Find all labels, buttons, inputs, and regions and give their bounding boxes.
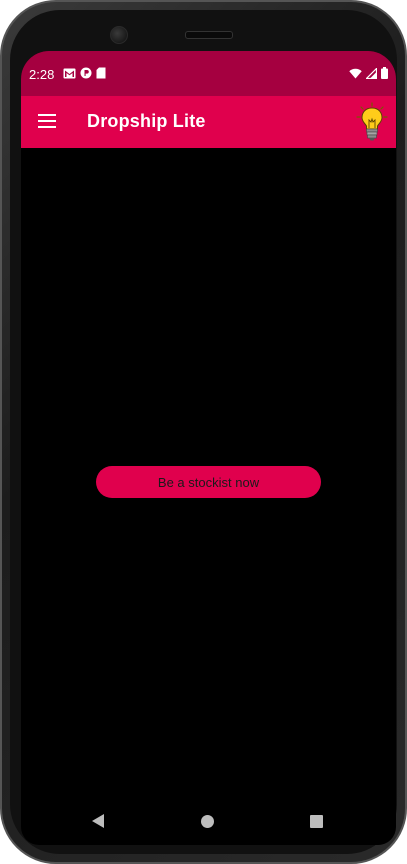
battery-icon [381, 67, 388, 79]
notification-icons [63, 67, 106, 79]
back-icon[interactable] [92, 814, 104, 828]
system-navigation-bar [21, 801, 396, 845]
be-a-stockist-button[interactable]: Be a stockist now [96, 466, 321, 498]
earpiece-speaker [185, 31, 233, 39]
wifi-icon [349, 68, 362, 78]
sd-card-icon [96, 67, 106, 79]
signal-icon [366, 67, 377, 79]
status-time: 2:28 [29, 67, 55, 82]
recents-icon[interactable] [310, 815, 323, 828]
phone-frame: 2:28 Dropship Lite Be a stockist now [0, 0, 407, 864]
front-camera [110, 26, 128, 44]
screen: 2:28 Dropship Lite Be a stockist now [21, 51, 396, 845]
app-bar: Dropship Lite [21, 96, 396, 148]
lightbulb-icon[interactable] [354, 102, 390, 142]
app-title: Dropship Lite [87, 111, 206, 131]
system-status-icons [349, 67, 388, 79]
hamburger-menu-icon[interactable] [38, 114, 56, 128]
home-icon[interactable] [201, 815, 214, 828]
status-bar: 2:28 [21, 51, 396, 96]
podcast-icon [80, 67, 92, 79]
gmail-icon [63, 68, 76, 78]
